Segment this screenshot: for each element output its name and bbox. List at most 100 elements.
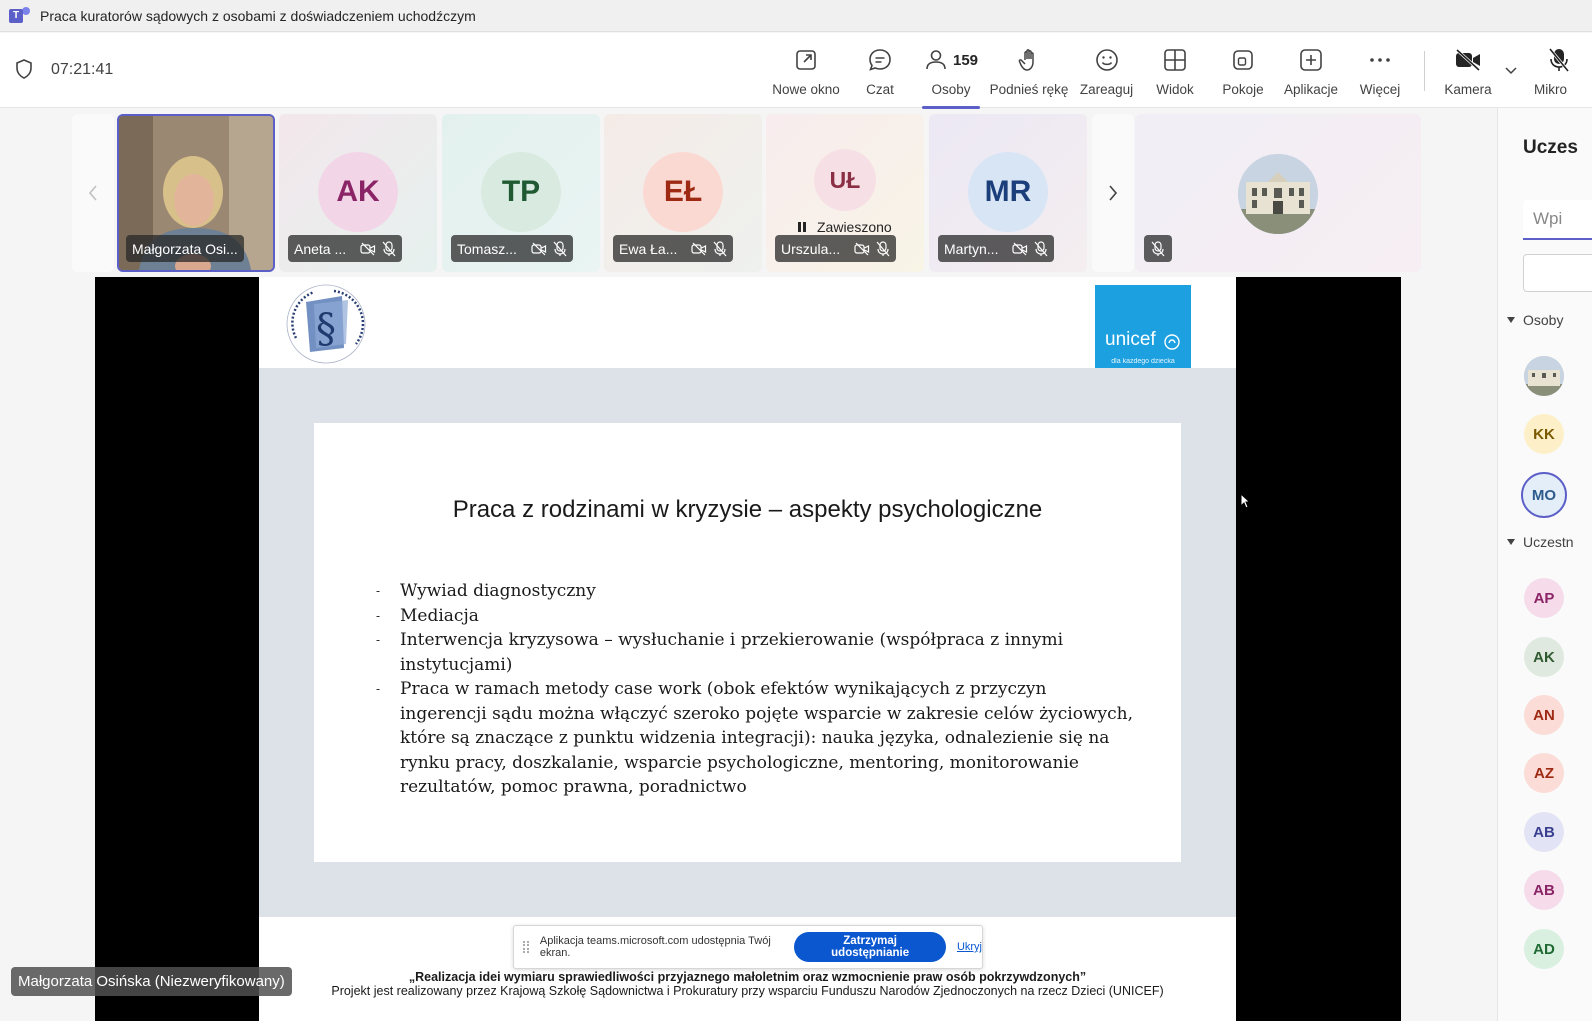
participant-name-pill: Aneta ... — [288, 235, 403, 262]
participant-avatar[interactable]: MO — [1521, 472, 1567, 518]
chevron-left-icon — [88, 185, 97, 201]
participant-avatar[interactable]: KK — [1524, 414, 1564, 454]
meeting-toolbar: 07:21:41 Nowe okno Czat 159 Osoby Podnie… — [0, 33, 1592, 109]
camera-off-icon — [854, 242, 870, 256]
participant-tile[interactable]: TP Tomasz... — [442, 114, 600, 272]
participant-avatar[interactable]: AK — [1524, 637, 1564, 677]
participant-name-pill: Urszula... — [775, 235, 897, 262]
new-window-button[interactable]: Nowe okno — [772, 45, 840, 105]
mouse-cursor-icon — [1240, 493, 1250, 509]
camera-off-icon — [1454, 45, 1482, 75]
mic-off-icon — [382, 240, 396, 257]
add-app-icon — [1298, 45, 1324, 75]
title-bar: T Praca kuratorów sądowych z osobami z d… — [0, 0, 1592, 32]
grid-view-icon — [1162, 45, 1188, 75]
participant-avatar: EŁ — [643, 152, 723, 232]
raise-hand-button[interactable]: Podnieś rękę — [990, 45, 1068, 105]
pop-out-icon — [794, 45, 818, 75]
camera-off-icon — [360, 242, 376, 256]
mic-button[interactable]: Mikro — [1534, 45, 1592, 105]
pause-icon — [798, 222, 806, 232]
presenter-name-label: Małgorzata Osińska (Niezweryfikowany) — [11, 967, 292, 996]
share-status-text: Aplikacja teams.microsoft.com udostępnia… — [539, 935, 771, 959]
participant-avatar[interactable]: AB — [1524, 812, 1564, 852]
participant-avatar: TP — [481, 152, 561, 232]
mic-off-icon — [1034, 240, 1048, 257]
slide-footer-title: „Realizacja idei wymiaru sprawiedliwości… — [408, 970, 1087, 984]
teams-logo-icon: T — [9, 6, 31, 25]
unicef-logo: unicef dla każdego dziecka — [1095, 285, 1191, 368]
building-image — [1524, 356, 1564, 396]
participant-avatar[interactable]: AD — [1524, 929, 1564, 969]
mic-off-icon — [1151, 240, 1165, 257]
presentation-slide: § unicef dla każdego dziecka Praca z rod… — [259, 277, 1236, 1021]
participant-avatar: MR — [968, 152, 1048, 232]
rooms-button[interactable]: Pokoje — [1222, 45, 1264, 105]
camera-off-icon — [691, 242, 707, 256]
people-count: 159 — [952, 51, 979, 69]
participant-search-input[interactable]: Wpi — [1523, 200, 1592, 240]
ksp-logo: § — [286, 284, 366, 364]
view-button[interactable]: Widok — [1155, 45, 1195, 105]
section-participants-toggle[interactable]: Uczestn — [1506, 534, 1574, 550]
room-avatar[interactable] — [1524, 356, 1564, 396]
meeting-timer: 07:21:41 — [51, 61, 114, 78]
people-icon — [926, 50, 946, 70]
caret-down-icon — [1507, 539, 1515, 545]
apps-button[interactable]: Aplikacje — [1284, 45, 1338, 105]
participant-avatar[interactable]: AZ — [1524, 753, 1564, 793]
hide-share-bar-link[interactable]: Ukryj — [957, 941, 982, 953]
stop-sharing-button[interactable]: Zatrzymaj udostępnianie — [794, 932, 946, 962]
people-button[interactable]: 159 Osoby — [922, 45, 980, 109]
suspended-status: Zawieszono — [796, 219, 892, 235]
participant-avatar[interactable]: AP — [1524, 578, 1564, 618]
slide-bullet-list: Wywiad diagnostyczny Mediacja Interwencj… — [376, 579, 1136, 800]
caret-down-icon — [1507, 317, 1515, 323]
mic-off-icon — [553, 240, 567, 257]
window-title: Praca kuratorów sądowych z osobami z doś… — [40, 7, 476, 24]
participant-tile[interactable]: AK Aneta ... — [279, 114, 437, 272]
shield-icon[interactable] — [15, 59, 33, 79]
chat-button[interactable]: Czat — [860, 45, 900, 105]
svg-text:§: § — [316, 306, 336, 352]
participant-avatar[interactable]: AB — [1524, 870, 1564, 910]
more-button[interactable]: Więcej — [1358, 45, 1402, 105]
unicef-globe-icon — [1164, 334, 1180, 350]
participant-tile[interactable]: UŁ Zawieszono Urszula... — [766, 114, 924, 272]
panel-title: Uczes — [1523, 137, 1578, 158]
participant-tile[interactable]: MR Martyn... — [929, 114, 1087, 272]
camera-off-icon — [1012, 242, 1028, 256]
section-people-toggle[interactable]: Osoby — [1506, 312, 1563, 328]
drag-handle-icon[interactable] — [523, 941, 529, 953]
hand-icon — [1016, 45, 1042, 75]
slide-bullet: Mediacja — [376, 604, 1136, 629]
slide-bullet: Praca w ramach metody case work (obok ef… — [376, 677, 1136, 800]
panel-dropdown[interactable] — [1523, 254, 1592, 292]
slide-bullet: Wywiad diagnostyczny — [376, 579, 1136, 604]
camera-button[interactable]: Kamera — [1444, 45, 1492, 105]
room-mute-pill — [1144, 235, 1172, 262]
screen-share-bar: Aplikacja teams.microsoft.com udostępnia… — [513, 925, 983, 969]
emoji-icon — [1094, 45, 1120, 75]
participant-name-pill: Tomasz... — [451, 235, 573, 262]
participant-tile-video[interactable]: Małgorzata Osi... — [117, 114, 275, 272]
mic-off-icon — [876, 240, 890, 257]
slide-footer-text: Projekt jest realizowany przez Krajową S… — [331, 984, 1164, 998]
participant-name-pill: Ewa Ła... — [613, 235, 734, 262]
participant-tile[interactable]: EŁ Ewa Ła... — [604, 114, 762, 272]
chevron-right-icon — [1109, 185, 1118, 201]
active-tab-indicator — [922, 106, 980, 109]
strip-next-button[interactable] — [1092, 114, 1134, 272]
camera-off-icon — [531, 242, 547, 256]
slide-content-card: Praca z rodzinami w kryzysie – aspekty p… — [314, 423, 1181, 862]
room-tile[interactable] — [1135, 114, 1421, 272]
participant-avatar: UŁ — [814, 149, 876, 211]
strip-previous-button[interactable] — [72, 114, 114, 272]
rooms-icon — [1230, 45, 1256, 75]
camera-options-button[interactable] — [1503, 45, 1519, 105]
participant-avatar[interactable]: AN — [1524, 695, 1564, 735]
participant-name-pill: Martyn... — [938, 235, 1055, 262]
participant-strip: Małgorzata Osi... AK Aneta ... TP Tomasz… — [72, 114, 1422, 274]
react-button[interactable]: Zareaguj — [1080, 45, 1133, 105]
mic-off-icon — [713, 240, 727, 257]
